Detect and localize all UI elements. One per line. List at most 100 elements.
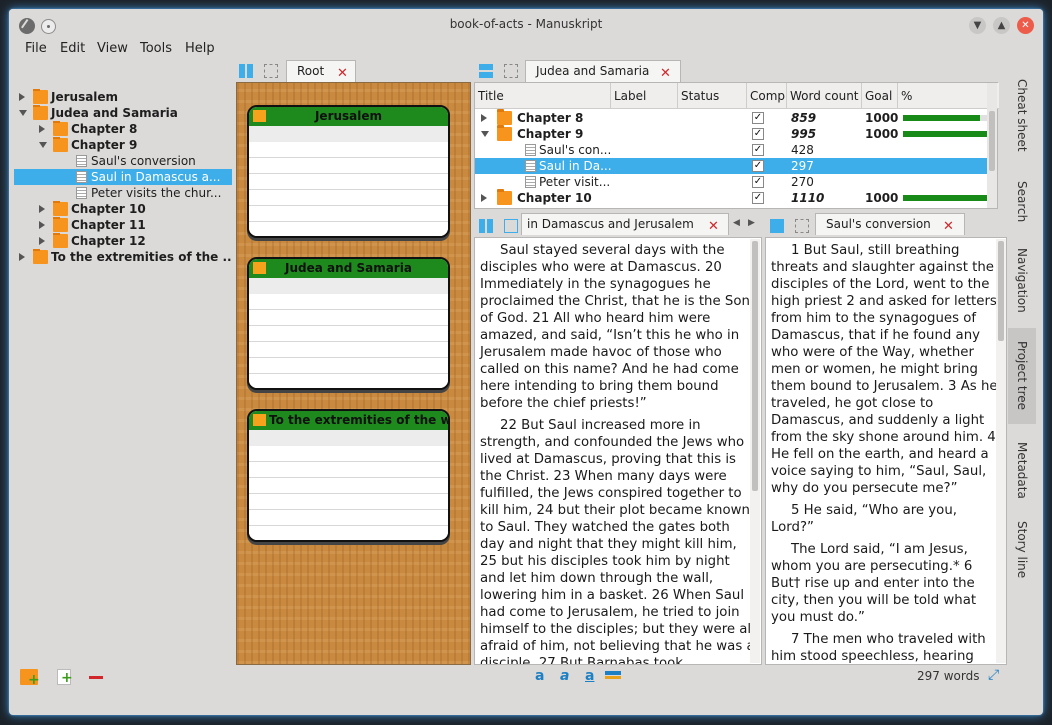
- tab-sauls-conversion[interactable]: Saul's conversion ✕: [815, 213, 965, 235]
- text-underline-icon[interactable]: a: [585, 668, 594, 684]
- outline-scrollbar[interactable]: [987, 83, 997, 208]
- index-card[interactable]: Judea and Samaria: [247, 257, 450, 390]
- split-view-icon[interactable]: [770, 219, 784, 233]
- chevron-right-icon[interactable]: [39, 205, 45, 213]
- tab-metadata[interactable]: Metadata: [1008, 436, 1036, 504]
- tab-saul-in-damascus[interactable]: in Damascus and Jerusalem ✕: [521, 213, 729, 235]
- outline-row[interactable]: Saul in Da... ✓ 297: [475, 158, 997, 174]
- editor-scrollbar[interactable]: [996, 239, 1006, 663]
- chevron-right-icon[interactable]: [39, 221, 45, 229]
- close-tab-icon[interactable]: ✕: [337, 64, 348, 84]
- tree-item[interactable]: Chapter 8: [14, 121, 232, 137]
- add-folder-icon[interactable]: +: [20, 669, 40, 688]
- menu-help[interactable]: Help: [185, 41, 215, 56]
- tab-navigation[interactable]: Navigation: [1008, 240, 1036, 320]
- close-tab-icon[interactable]: ✕: [943, 217, 954, 237]
- text-format-icon[interactable]: a: [535, 668, 544, 684]
- text-editor-right[interactable]: 1 But Saul, still breathing threats and …: [765, 237, 1007, 665]
- tab-project-tree[interactable]: Project tree: [1008, 328, 1036, 424]
- outline-row[interactable]: Chapter 10 ✓ 1110 1000: [475, 189, 997, 206]
- chevron-right-icon[interactable]: [19, 253, 25, 261]
- tab-scroll-right-icon[interactable]: ▶: [748, 218, 755, 228]
- chevron-right-icon[interactable]: [39, 125, 45, 133]
- index-card-summary[interactable]: [249, 126, 448, 236]
- add-document-icon[interactable]: +: [57, 669, 73, 686]
- fullscreen-icon[interactable]: [504, 219, 518, 233]
- index-card-summary[interactable]: [249, 430, 448, 540]
- tree-item[interactable]: Jerusalem: [14, 89, 232, 105]
- split-view-icon[interactable]: [479, 219, 485, 233]
- col-percent[interactable]: %: [898, 83, 999, 109]
- tree-item[interactable]: Chapter 10: [14, 201, 232, 217]
- compile-checkbox[interactable]: ✓: [752, 128, 764, 140]
- col-label[interactable]: Label: [611, 83, 678, 109]
- outline-row[interactable]: Saul's con... ✓ 428: [475, 142, 997, 158]
- menu-edit[interactable]: Edit: [60, 41, 85, 56]
- distraction-free-icon[interactable]: ⤢: [988, 667, 999, 683]
- chevron-down-icon[interactable]: [19, 110, 27, 116]
- split-horizontal-icon[interactable]: [479, 64, 493, 70]
- tree-item[interactable]: Chapter 9: [14, 137, 232, 153]
- col-title[interactable]: Title: [475, 83, 611, 109]
- paragraph[interactable]: The Lord said, “I am Jesus, whom you are…: [766, 541, 1006, 626]
- col-word-count[interactable]: Word count: [787, 83, 862, 109]
- chevron-right-icon[interactable]: [481, 114, 487, 122]
- compile-checkbox[interactable]: ✓: [752, 112, 764, 124]
- tree-item[interactable]: Saul's conversion: [14, 153, 232, 169]
- scrollbar-thumb[interactable]: [998, 241, 1004, 341]
- compile-checkbox[interactable]: ✓: [752, 160, 764, 172]
- tree-item[interactable]: Peter visits the chur...: [14, 185, 232, 201]
- word-goal-icon[interactable]: [605, 671, 621, 675]
- tree-item[interactable]: Chapter 12: [14, 233, 232, 249]
- project-tree[interactable]: Jerusalem Judea and Samaria Chapter 8 Chapt…: [14, 87, 232, 669]
- outline-table[interactable]: Title Label Status Comp Word count Goal …: [474, 82, 999, 209]
- close-tab-icon[interactable]: ✕: [708, 217, 719, 237]
- fullscreen-icon[interactable]: [504, 64, 518, 78]
- outline-row[interactable]: Peter visit... ✓ 270: [475, 174, 997, 190]
- compile-checkbox[interactable]: ✓: [752, 176, 764, 188]
- paragraph[interactable]: Saul stayed several days with the discip…: [475, 242, 761, 412]
- index-card[interactable]: To the extremities of the w...: [247, 409, 450, 542]
- chevron-right-icon[interactable]: [39, 237, 45, 245]
- col-status[interactable]: Status: [678, 83, 747, 109]
- tab-cheat-sheet[interactable]: Cheat sheet: [1008, 72, 1036, 158]
- tree-item[interactable]: Saul in Damascus a...: [14, 169, 232, 185]
- col-compile[interactable]: Comp: [747, 83, 787, 109]
- chevron-right-icon[interactable]: [19, 93, 25, 101]
- chevron-down-icon[interactable]: [481, 131, 489, 137]
- compile-checkbox[interactable]: ✓: [752, 144, 764, 156]
- split-view-icon[interactable]: [239, 64, 245, 78]
- outline-row[interactable]: Chapter 9 ✓ 995 1000: [475, 125, 997, 142]
- close-window-button[interactable]: ✕: [1017, 17, 1034, 34]
- paragraph[interactable]: 22 But Saul increased more in strength, …: [475, 417, 761, 664]
- outline-row[interactable]: Chapter 8 ✓ 859 1000: [475, 109, 997, 126]
- compile-checkbox[interactable]: ✓: [752, 192, 764, 204]
- tab-root[interactable]: Root ✕: [286, 60, 356, 82]
- scrollbar-thumb[interactable]: [989, 111, 995, 171]
- paragraph[interactable]: 1 But Saul, still breathing threats and …: [766, 242, 1006, 497]
- tab-search[interactable]: Search: [1008, 172, 1036, 232]
- maximize-button[interactable]: ▲: [993, 17, 1010, 34]
- chevron-down-icon[interactable]: ▼: [969, 17, 986, 34]
- split-view-icon-right[interactable]: [247, 64, 253, 78]
- tree-item[interactable]: To the extremities of the ...: [14, 249, 232, 265]
- tab-judea-and-samaria[interactable]: Judea and Samaria ✕: [525, 60, 681, 82]
- scrollbar-thumb[interactable]: [752, 241, 758, 491]
- menu-file[interactable]: File: [25, 41, 47, 56]
- tree-item[interactable]: Judea and Samaria: [14, 105, 232, 121]
- index-card[interactable]: Jerusalem: [247, 105, 450, 238]
- index-card-summary[interactable]: [249, 278, 448, 388]
- tree-item[interactable]: Chapter 11: [14, 217, 232, 233]
- split-horizontal-icon-lower[interactable]: [479, 72, 493, 78]
- col-goal[interactable]: Goal: [862, 83, 898, 109]
- split-view-icon-right[interactable]: [487, 219, 493, 233]
- remove-item-icon[interactable]: [89, 676, 103, 679]
- menu-tools[interactable]: Tools: [140, 41, 172, 56]
- close-tab-icon[interactable]: ✕: [660, 64, 671, 84]
- editor-scrollbar[interactable]: [750, 239, 760, 663]
- fullscreen-icon[interactable]: [795, 219, 809, 233]
- chevron-right-icon[interactable]: [481, 194, 487, 202]
- fullscreen-icon[interactable]: [264, 64, 278, 78]
- text-editor-left[interactable]: Saul stayed several days with the discip…: [474, 237, 762, 665]
- tab-story-line[interactable]: Story line: [1008, 516, 1036, 584]
